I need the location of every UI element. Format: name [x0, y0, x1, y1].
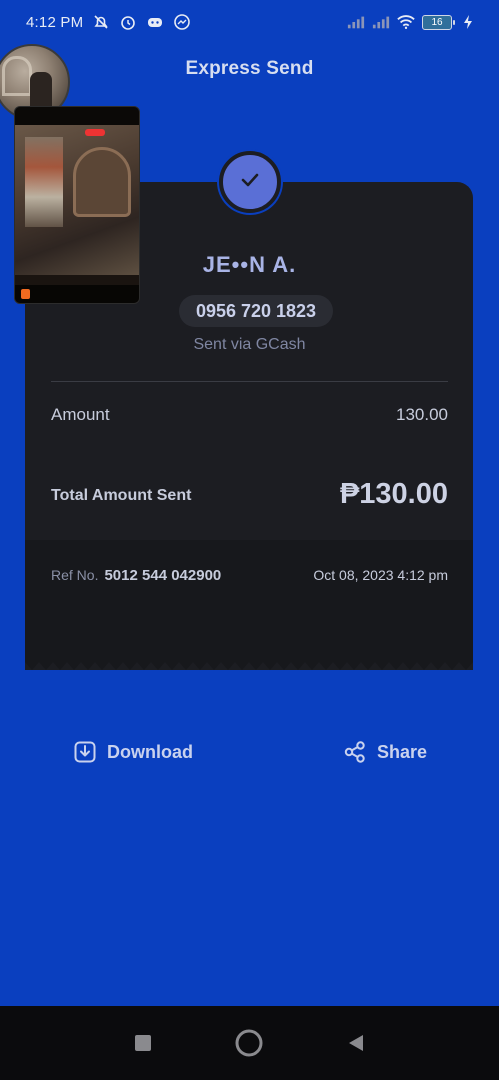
back-button[interactable]	[341, 1028, 371, 1058]
total-amount-label: Total Amount Sent	[51, 487, 192, 504]
avatar-photo-detail	[2, 56, 32, 96]
status-left: 4:12 PM	[26, 13, 191, 31]
transaction-date: Oct 08, 2023 4:12 pm	[313, 567, 448, 583]
ref-number-value: 5012 544 042900	[104, 567, 222, 584]
download-icon	[73, 740, 97, 764]
receipt-torn-edge	[25, 658, 473, 670]
shopping-bag-icon	[21, 289, 30, 299]
amount-value: 130.00	[396, 405, 448, 424]
download-label: Download	[107, 741, 193, 762]
amount-label: Amount	[51, 405, 110, 424]
battery-icon: 16	[422, 14, 455, 30]
download-button[interactable]: Download	[73, 740, 193, 764]
status-time: 4:12 PM	[26, 13, 84, 31]
wifi-icon	[397, 13, 415, 31]
ref-label: Ref No.	[51, 567, 99, 583]
pip-bag-image	[73, 147, 131, 217]
recents-button[interactable]	[128, 1028, 158, 1058]
total-amount-value: ₱130.00	[339, 478, 448, 510]
discord-icon	[146, 13, 164, 31]
reference-number: Ref No. 5012 544 042900	[51, 567, 221, 584]
signal-icon	[372, 13, 390, 31]
pip-top-bar	[15, 107, 139, 125]
pip-bottom-bar	[15, 285, 139, 303]
share-icon	[343, 740, 367, 764]
mute-icon	[92, 13, 110, 31]
success-check-badge	[219, 151, 281, 213]
check-icon	[237, 167, 263, 198]
receipt-footer-panel	[25, 540, 473, 660]
sent-via-label: Sent via GCash	[193, 336, 306, 353]
pip-shelf-image	[25, 137, 63, 227]
page-title: Express Send	[185, 58, 314, 79]
status-bar: 4:12 PM 16	[0, 0, 499, 44]
alarm-icon	[119, 13, 137, 31]
video-pip-overlay[interactable]	[14, 106, 140, 304]
divider	[51, 381, 448, 382]
signal-icon	[347, 13, 365, 31]
share-label: Share	[377, 741, 428, 762]
share-button[interactable]: Share	[343, 740, 427, 764]
home-button[interactable]	[234, 1028, 264, 1058]
pip-follow-tag	[85, 129, 105, 136]
status-right: 16	[347, 13, 477, 31]
messenger-icon	[173, 13, 191, 31]
charging-icon	[459, 13, 477, 31]
recipient-phone: 0956 720 1823	[179, 295, 333, 327]
system-nav-bar	[0, 1006, 499, 1080]
